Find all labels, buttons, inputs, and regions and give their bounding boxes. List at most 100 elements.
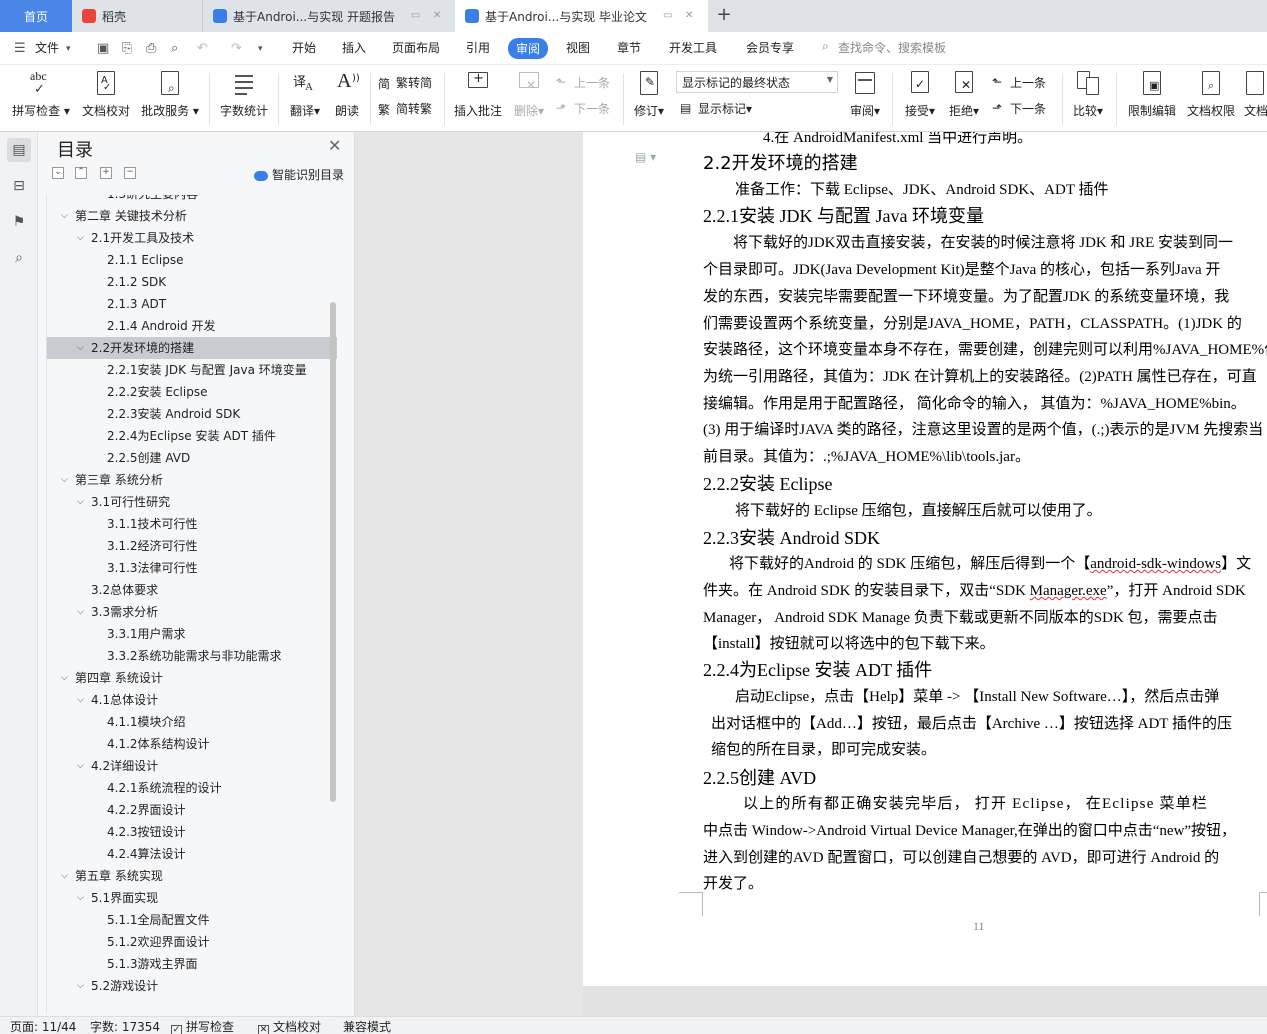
chevron-down-icon[interactable]: ⌵ — [61, 205, 68, 227]
chevron-down-icon[interactable]: ⌵ — [77, 491, 84, 513]
toc-item[interactable]: 4.2.3按钮设计 — [47, 821, 337, 843]
menu-references[interactable]: 引用 — [466, 39, 490, 56]
chevron-down-icon[interactable]: ⌵ — [61, 469, 68, 491]
toc-item[interactable]: ⌵ 4.2详细设计 — [47, 755, 337, 777]
toc-item[interactable]: 1.3研究主要内容 — [47, 195, 337, 205]
customize-quick-icon[interactable]: ▾ — [258, 44, 263, 54]
menu-insert[interactable]: 插入 — [342, 39, 366, 56]
review-pane-button[interactable]: 审阅▾ — [846, 69, 884, 119]
menu-file[interactable]: 文件 — [35, 39, 59, 56]
markup-mode-select[interactable]: 显示标记的最终状态 ▼ — [676, 71, 838, 93]
page-indicator[interactable]: 页面: 11/44 — [10, 1018, 76, 1034]
toc-item[interactable]: 2.2.4为Eclipse 安装 ADT 插件 — [47, 425, 337, 447]
chevron-down-icon[interactable]: ⌵ — [77, 337, 84, 359]
tab-proposal-doc[interactable]: 基于Androi...与实现 开题报告 ▭ ✕ — [202, 0, 454, 32]
toc-item[interactable]: ⌵ 5.1界面实现 — [47, 887, 337, 909]
chevron-down-icon[interactable]: ⌵ — [77, 975, 84, 997]
export-icon[interactable]: ⎘ — [122, 41, 132, 56]
menu-chapter[interactable]: 章节 — [617, 39, 641, 56]
chevron-down-icon[interactable]: ⌵ — [77, 601, 84, 623]
navigation-icon[interactable]: ⊟ — [7, 174, 31, 198]
accept-button[interactable]: ✓ 接受▾ — [900, 69, 940, 119]
spelling-error[interactable]: android-sdk-windows — [1090, 556, 1221, 572]
menu-start[interactable]: 开始 — [292, 39, 316, 56]
chevron-down-icon[interactable]: ⌵ — [77, 755, 84, 777]
chevron-down-icon[interactable]: ⌵ — [61, 667, 68, 689]
toc-item[interactable]: ⌵ 4.1总体设计 — [47, 689, 337, 711]
toc-item[interactable]: ⌵ 2.1开发工具及技术 — [47, 227, 337, 249]
toc-item[interactable]: 4.1.2体系结构设计 — [47, 733, 337, 755]
chevron-down-icon[interactable]: ⌵ — [77, 689, 84, 711]
toc-item[interactable]: 3.1.3法律可行性 — [47, 557, 337, 579]
search-icon[interactable]: ⌕ — [7, 246, 31, 270]
search-icon[interactable]: ⌕ — [822, 39, 829, 54]
toc-scrollbar[interactable] — [330, 302, 336, 802]
menu-developer[interactable]: 开发工具 — [669, 39, 717, 56]
toc-item[interactable]: 3.1.1技术可行性 — [47, 513, 337, 535]
prev-comment-button[interactable]: ⬑ 上一条 — [556, 74, 610, 91]
delete-comment-button[interactable]: ✕ 删除▾ — [508, 69, 550, 119]
next-comment-button[interactable]: ⬏ 下一条 — [556, 100, 610, 117]
command-search[interactable]: 查找命令、搜索模板 — [838, 39, 946, 56]
toc-item[interactable]: 4.1.1模块介绍 — [47, 711, 337, 733]
toc-item[interactable]: ⌵ 5.2游戏设计 — [47, 975, 337, 997]
doc-permission-button[interactable]: ⌕ 文档权限 — [1184, 69, 1238, 119]
spelling-error[interactable]: Manager.exe — [1030, 583, 1107, 599]
word-count-indicator[interactable]: 字数: 17354 — [90, 1018, 160, 1034]
undo-icon[interactable]: ↶ — [197, 41, 208, 56]
status-spellcheck[interactable]: ✓ 拼写检查 — [171, 1018, 234, 1034]
new-tab-button[interactable]: + — [712, 4, 736, 28]
doc-more-button[interactable]: 文档 — [1244, 69, 1267, 119]
print-preview-icon[interactable]: ⌕ — [171, 41, 178, 56]
toc-item[interactable]: 2.1.1 Eclipse — [47, 249, 337, 271]
chevron-down-icon[interactable]: ⌵ — [77, 227, 84, 249]
toc-item[interactable]: ⌵ 3.1可行性研究 — [47, 491, 337, 513]
toc-item[interactable]: ⌵ 2.2开发环境的搭建 — [47, 337, 337, 359]
bookmark-icon[interactable]: ⚑ — [7, 210, 31, 234]
chevron-down-icon[interactable]: ⌵ — [61, 865, 68, 887]
chevron-down-icon[interactable]: ⌵ — [77, 887, 84, 909]
read-aloud-button[interactable]: A )) 朗读 — [330, 69, 364, 119]
tab-daoke[interactable]: 稻壳 — [72, 0, 202, 32]
toc-item[interactable]: 2.1.4 Android 开发 — [47, 315, 337, 337]
track-changes-button[interactable]: ✎ 修订▾ — [630, 69, 668, 119]
smart-toc-button[interactable]: 智能识别目录 — [254, 166, 344, 183]
insert-comment-button[interactable]: + 插入批注 — [452, 69, 504, 119]
toc-item[interactable]: 3.1.2经济可行性 — [47, 535, 337, 557]
save-icon[interactable]: ▣ — [97, 41, 109, 56]
tab-close-icon[interactable]: ✕ — [433, 10, 441, 21]
redo-icon[interactable]: ↷ — [231, 41, 242, 56]
tab-cloud-icon[interactable]: ▭ — [411, 10, 420, 21]
toc-panel-icon[interactable]: ▤ — [7, 138, 31, 162]
prev-change-button[interactable]: ⬑ 上一条 — [992, 74, 1046, 91]
translate-button[interactable]: 译 A 翻译▾ — [285, 69, 325, 119]
paragraph-options-icon[interactable]: ▤ ▾ — [635, 150, 656, 164]
next-change-button[interactable]: ⬏ 下一条 — [992, 100, 1046, 117]
toc-item[interactable]: 2.2.1安装 JDK 与配置 Java 环境变量 — [47, 359, 337, 381]
chevron-down-icon[interactable]: ▾ — [66, 44, 71, 54]
annotation-service-button[interactable]: ⌕ 批改服务 ▾ — [140, 69, 200, 119]
print-icon[interactable]: ⎙ — [146, 41, 156, 56]
toc-item[interactable]: 3.3.1用户需求 — [47, 623, 337, 645]
tab-thesis-doc[interactable]: 基于Androi...与实现 毕业论文 ▭ ✕ — [455, 0, 708, 32]
close-icon[interactable]: ✕ — [328, 136, 341, 155]
toc-item[interactable]: 4.2.2界面设计 — [47, 799, 337, 821]
toc-item[interactable]: 2.2.2安装 Eclipse — [47, 381, 337, 403]
toc-item[interactable]: 3.2总体要求 — [47, 579, 337, 601]
toc-item[interactable]: 2.1.3 ADT — [47, 293, 337, 315]
toc-item[interactable]: 4.2.1系统流程的设计 — [47, 777, 337, 799]
toc-item[interactable]: 4.2.4算法设计 — [47, 843, 337, 865]
doc-proof-button[interactable]: A ✓ 文档校对 — [80, 69, 132, 119]
toc-item[interactable]: ⌵ 3.3需求分析 — [47, 601, 337, 623]
toc-item[interactable]: 5.1.2欢迎界面设计 — [47, 931, 337, 953]
show-markup-button[interactable]: ▤ 显示标记 ▾ — [680, 100, 752, 117]
reject-button[interactable]: ✕ 拒绝▾ — [944, 69, 984, 119]
remove-heading-icon[interactable]: − — [124, 167, 136, 179]
menu-review[interactable]: 审阅 — [508, 38, 549, 59]
toc-item[interactable]: 5.1.1全局配置文件 — [47, 909, 337, 931]
tab-home[interactable]: 首页 — [0, 0, 72, 32]
word-count-button[interactable]: 字数统计 — [218, 69, 270, 119]
compare-button[interactable]: 比较▾ — [1068, 69, 1108, 119]
trad-to-simp-button[interactable]: 简 繁转简 — [378, 74, 432, 91]
toc-item[interactable]: 3.3.2系统功能需求与非功能需求 — [47, 645, 337, 667]
